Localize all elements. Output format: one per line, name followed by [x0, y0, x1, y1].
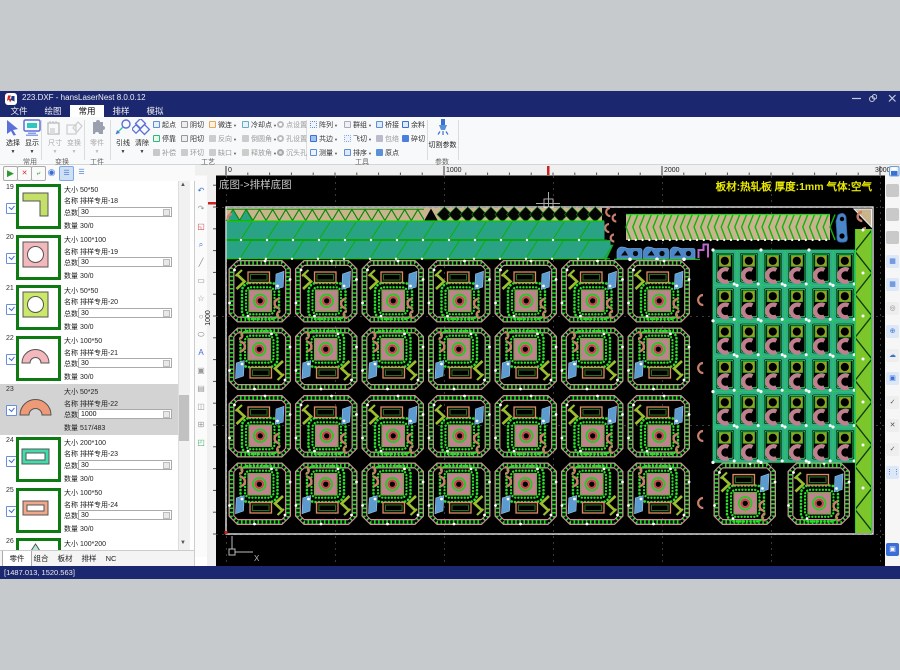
- svg-text:底图->排样底图: 底图->排样底图: [219, 178, 292, 191]
- svg-text:板材:热轧板 厚度:1mm 气体:空气: 板材:热轧板 厚度:1mm 气体:空气: [716, 180, 873, 193]
- svg-text:1000: 1000: [446, 167, 462, 174]
- svg-text:1000: 1000: [205, 310, 212, 326]
- svg-text:0: 0: [228, 167, 232, 174]
- svg-text:2000: 2000: [664, 167, 680, 174]
- svg-text:X: X: [254, 554, 260, 563]
